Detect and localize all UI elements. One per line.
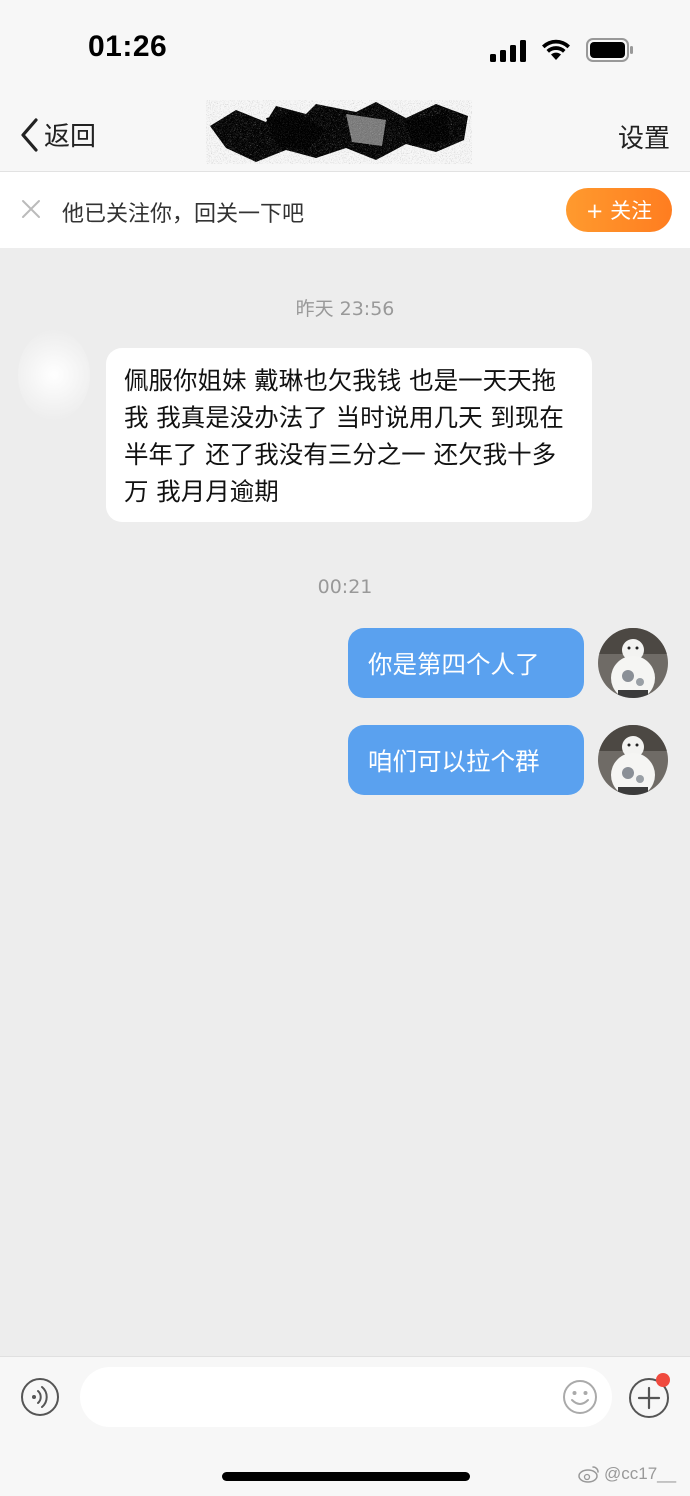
snowman-avatar-icon xyxy=(598,628,668,698)
status-icons xyxy=(490,38,634,62)
snowman-avatar-icon xyxy=(598,725,668,795)
nav-bar: 返回 设置 xyxy=(0,100,690,172)
notification-dot xyxy=(656,1373,670,1387)
close-icon[interactable] xyxy=(20,198,42,220)
message-timestamp: 00:21 xyxy=(317,576,373,598)
follow-hint-text: 他已关注你，回关一下吧 xyxy=(62,202,305,227)
emoji-icon[interactable] xyxy=(562,1379,598,1415)
follow-button[interactable]: + 关注 xyxy=(566,188,672,232)
voice-input-icon[interactable] xyxy=(20,1377,60,1417)
message-input[interactable] xyxy=(80,1367,612,1427)
status-bar: 01:26 xyxy=(0,0,690,100)
my-avatar[interactable] xyxy=(598,725,668,795)
sender-avatar[interactable] xyxy=(18,330,90,420)
redacted-username xyxy=(210,102,468,162)
watermark-text: @cc17__ xyxy=(604,1464,677,1483)
home-indicator[interactable] xyxy=(222,1472,470,1481)
battery-icon xyxy=(586,38,633,62)
message-timestamp: 昨天 23:56 xyxy=(295,298,395,320)
watermark: @cc17__ xyxy=(578,1464,676,1484)
outgoing-message-bubble[interactable]: 你是第四个人了 xyxy=(348,628,584,698)
outgoing-message-bubble[interactable]: 咱们可以拉个群 xyxy=(348,725,584,795)
chevron-left-icon xyxy=(21,117,38,152)
settings-button[interactable]: 设置 xyxy=(618,118,670,155)
back-button[interactable]: 返回 xyxy=(18,116,96,153)
status-time: 01:26 xyxy=(88,30,168,63)
my-avatar[interactable] xyxy=(598,628,668,698)
weibo-logo-icon xyxy=(578,1466,599,1483)
incoming-message-bubble[interactable]: 佩服你姐妹 戴琳也欠我钱 也是一天天拖我 我真是没办法了 当时说用几天 到现在半… xyxy=(106,348,592,522)
cellular-signal-icon xyxy=(490,40,526,62)
back-label: 返回 xyxy=(44,122,97,152)
wifi-icon xyxy=(542,39,570,60)
follow-banner: 他已关注你，回关一下吧 + 关注 xyxy=(0,172,690,248)
